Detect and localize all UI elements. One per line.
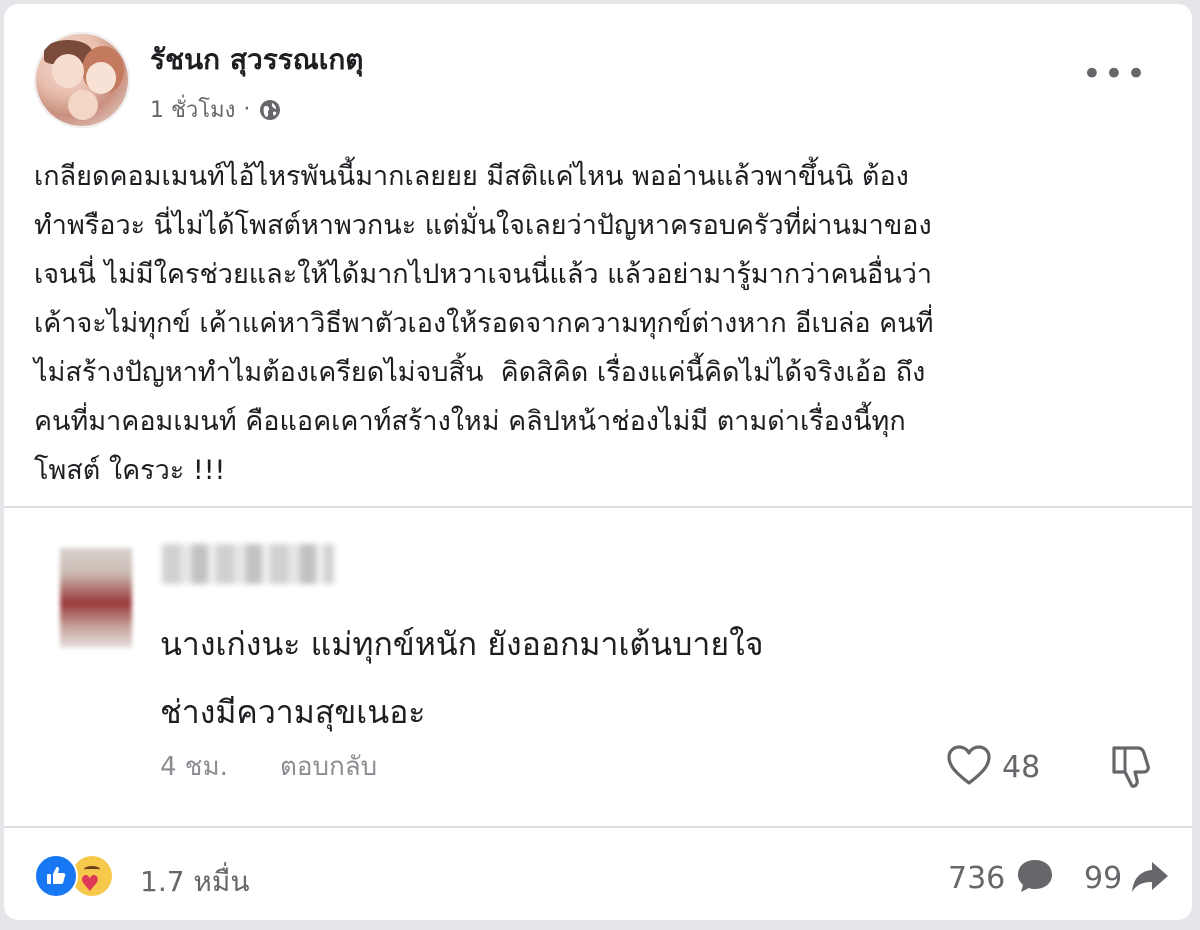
comment-count: 736 [948,860,1006,896]
reaction-count[interactable]: 1.7 หมื่น [140,860,249,904]
post-body-text: เกลียดคอมเมนท์ไอ้ไหรพันนี้มากเลยยย มีสติ… [34,161,934,486]
comment-like-count: 48 [1002,749,1041,785]
comment-count-button[interactable]: 736 [948,856,1055,900]
author-name[interactable]: รัชนก สุวรรณเกตุ [150,38,363,82]
heart-outline-icon [946,744,992,790]
thumbs-down-icon [1108,746,1158,794]
divider [4,826,1192,828]
comment-bubble-icon [1015,856,1055,900]
comment-text: นางเก่งนะ แม่ทุกข์หนัก ยังออกมาเต้นบายใจ… [160,625,764,731]
share-arrow-icon [1130,856,1170,900]
like-icon [34,854,78,898]
share-count-button[interactable]: 99 [1084,856,1170,900]
post-meta: 1 ชั่วโมง · [150,92,282,127]
commenter-avatar[interactable] [60,548,132,648]
reply-button[interactable]: ตอบกลับ [280,746,377,787]
more-options-button[interactable]: ••• [1082,57,1148,91]
share-count: 99 [1084,860,1123,896]
divider [4,506,1192,508]
comment-time[interactable]: 4 ชม. [160,746,228,787]
commenter-name-blurred[interactable] [162,544,334,584]
globe-icon[interactable] [258,98,282,122]
author-avatar[interactable] [34,32,130,128]
post-timestamp[interactable]: 1 ชั่วโมง [150,92,235,127]
comment-dislike-button[interactable] [1108,742,1158,794]
reaction-icons[interactable]: ♥ [34,854,114,898]
comment-like-button[interactable]: 48 [946,744,1040,790]
meta-separator: · [243,97,251,122]
post-card: รัชนก สุวรรณเกตุ 1 ชั่วโมง · ••• เกลียดค… [4,4,1192,920]
